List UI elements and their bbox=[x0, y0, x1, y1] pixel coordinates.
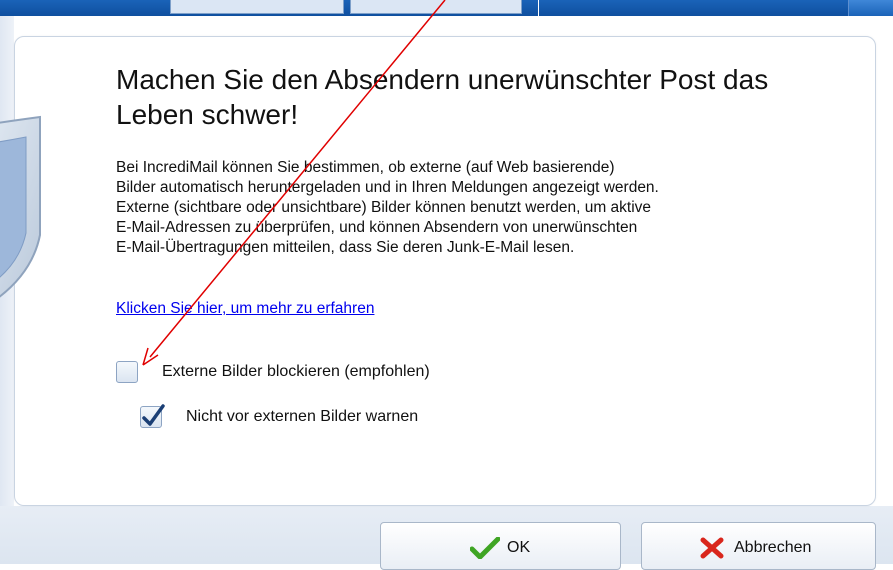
ok-button-label: OK bbox=[507, 539, 531, 556]
block-external-images-checkbox[interactable] bbox=[116, 361, 138, 383]
description-text: Bei IncrediMail können Sie bestimmen, ob… bbox=[116, 159, 659, 256]
green-check-icon bbox=[470, 537, 500, 559]
title-tab[interactable] bbox=[350, 0, 522, 14]
block-external-images-label[interactable]: Externe Bilder blockieren (empfohlen) bbox=[162, 363, 430, 381]
cancel-button[interactable]: Abbrechen bbox=[641, 522, 876, 570]
do-not-warn-checkbox[interactable] bbox=[140, 404, 165, 428]
title-separator bbox=[538, 0, 539, 16]
ok-button[interactable]: OK bbox=[380, 522, 621, 570]
shield-icon bbox=[0, 115, 48, 325]
window-control-button[interactable] bbox=[848, 0, 893, 16]
red-x-icon bbox=[700, 537, 724, 559]
do-not-warn-label[interactable]: Nicht vor externen Bilder warnen bbox=[186, 408, 418, 426]
learn-more-link[interactable]: Klicken Sie hier, um mehr zu erfahren bbox=[116, 300, 374, 318]
cancel-button-label: Abbrechen bbox=[734, 539, 812, 556]
title-tab[interactable] bbox=[170, 0, 344, 14]
checkmark-icon bbox=[142, 404, 165, 426]
title-bar bbox=[0, 0, 893, 16]
dialog-heading: Machen Sie den Absendern unerwünschter P… bbox=[116, 64, 769, 130]
